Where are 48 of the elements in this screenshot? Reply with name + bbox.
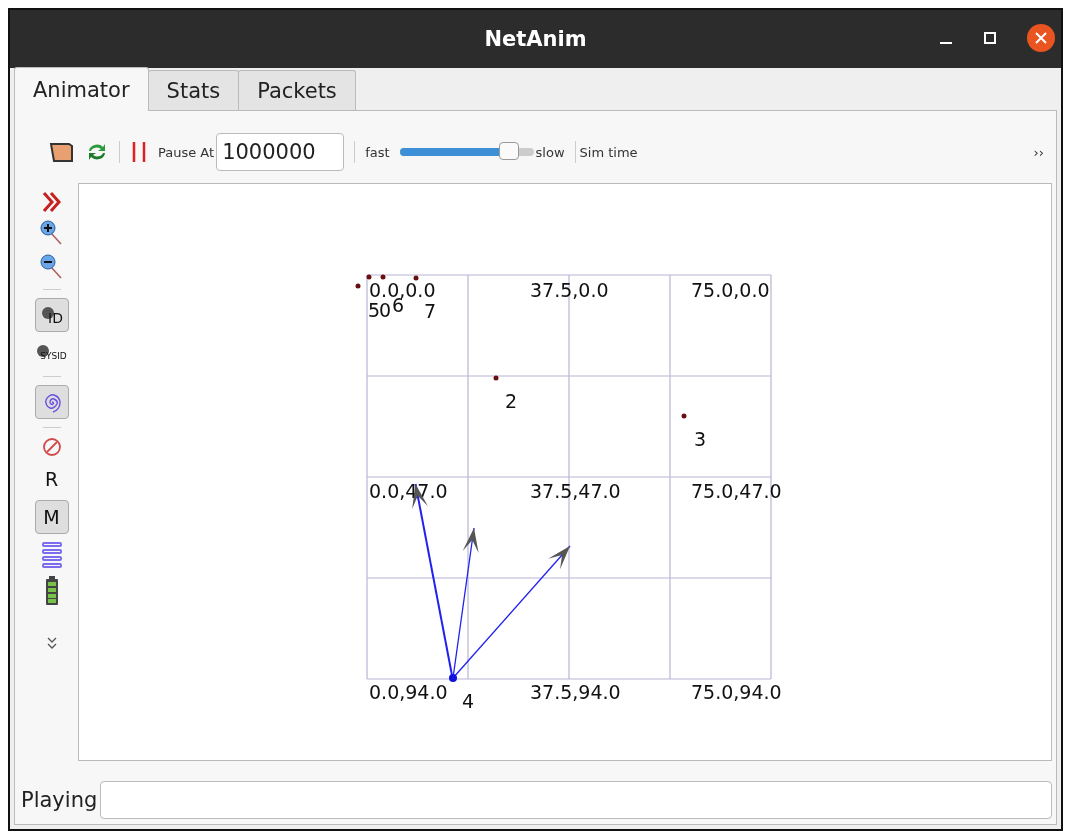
node-dot[interactable] (681, 413, 687, 419)
grid-coordinate-label: 75.0,94.0 (691, 683, 782, 702)
node-dot[interactable] (493, 375, 499, 381)
letter-toggle-button[interactable]: R (34, 464, 69, 494)
overflow-button[interactable]: ›› (1033, 144, 1044, 160)
double-chevron-icon[interactable] (41, 191, 62, 213)
node-dot[interactable] (413, 275, 419, 281)
pause-icon[interactable] (130, 140, 148, 164)
window-title: NetAnim (484, 27, 587, 51)
node-label: 5 (368, 301, 381, 320)
close-icon[interactable] (1027, 24, 1055, 52)
node-dot[interactable] (366, 274, 372, 280)
grid-coordinate-label: 75.0,0.0 (691, 281, 770, 300)
spiral-toggle-button[interactable] (34, 385, 69, 419)
lines-icon[interactable] (40, 540, 63, 570)
node-label: 7 (424, 302, 437, 321)
pause-at-field[interactable]: 1000000 (216, 133, 345, 171)
grid-coordinate-label: 75.0,47.0 (691, 482, 782, 501)
zoom-in-icon[interactable] (38, 219, 65, 247)
tab[interactable]: Packets (238, 70, 356, 110)
letter-toggle-button[interactable]: M (34, 500, 69, 534)
node-label: 3 (694, 430, 707, 449)
prohibited-icon[interactable] (40, 436, 63, 458)
node-label: 0 (379, 301, 392, 320)
node-dot[interactable] (355, 283, 361, 289)
grid-coordinate-label: 0.0,94.0 (369, 683, 448, 702)
grid-coordinate-label: 37.5,94.0 (530, 683, 621, 702)
grid-coordinate-label: 0.0,0.0 (369, 281, 436, 300)
slow-label: slow (535, 144, 565, 160)
folder-icon[interactable] (49, 141, 75, 163)
battery-icon[interactable] (44, 576, 59, 606)
node-label: 4 (462, 692, 475, 711)
pause-at-label: Pause At (158, 144, 215, 160)
status-field[interactable] (100, 781, 1052, 819)
sim-time-label: Sim time (579, 144, 638, 160)
grid-coordinate-label: 37.5,47.0 (530, 482, 621, 501)
node-label: 2 (505, 392, 518, 411)
double-chevron-down-icon[interactable] (45, 636, 58, 650)
maximize-icon[interactable] (983, 31, 997, 45)
node-dot[interactable] (380, 274, 386, 280)
status-label: Playing (21, 788, 98, 812)
fast-label: fast (365, 144, 390, 160)
node-dot[interactable] (449, 674, 457, 682)
tab[interactable]: Stats (147, 70, 240, 110)
tab[interactable]: Animator (14, 67, 149, 111)
grid-coordinate-label: 37.5,0.0 (530, 281, 609, 300)
zoom-out-icon[interactable] (38, 253, 65, 281)
id-toggle-button[interactable]: ID (34, 298, 69, 332)
